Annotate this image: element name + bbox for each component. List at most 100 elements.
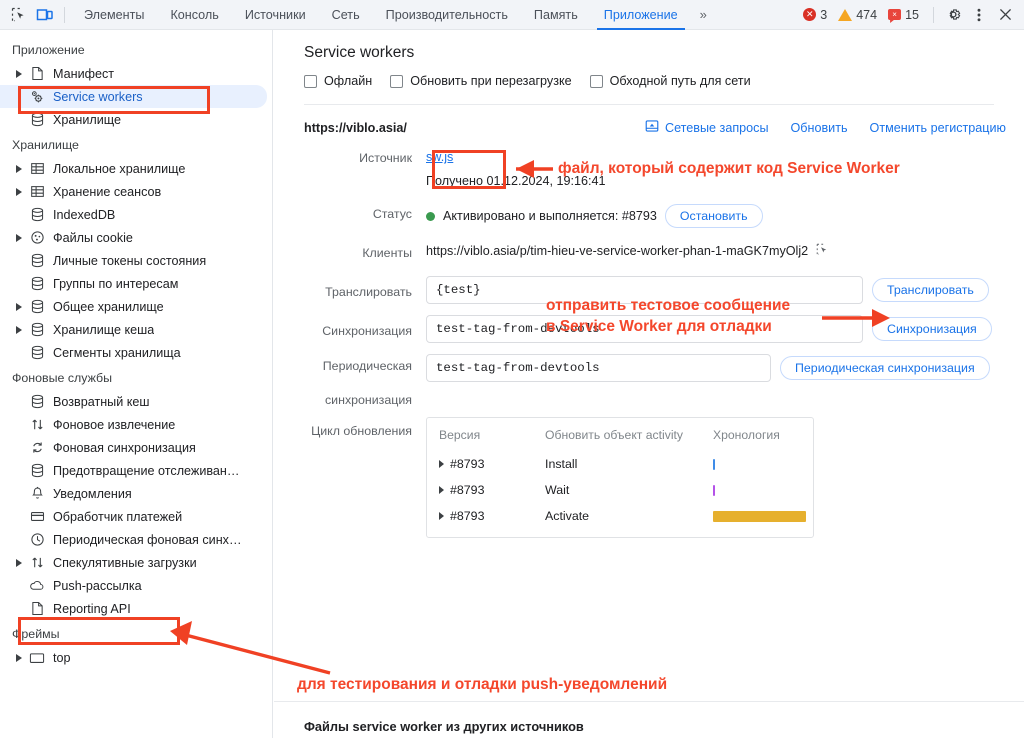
see-all-registrations-link[interactable]: Посмотреть все регистрации: [274, 734, 473, 738]
sync-row: Синхронизация test-tag-from-devtools Син…: [274, 315, 1024, 343]
sidebar-item-background-sync[interactable]: Фоновая синхронизация: [0, 436, 272, 459]
application-sidebar[interactable]: Приложение Манифест Service workers: [0, 30, 273, 738]
inspect-element-icon[interactable]: [6, 3, 32, 27]
status-indicator-dot: [426, 212, 435, 221]
error-counter[interactable]: ✕ 3: [799, 8, 831, 22]
cell-version[interactable]: #8793: [427, 451, 539, 477]
expand-triangle-icon[interactable]: [12, 185, 26, 199]
tab-application[interactable]: Приложение: [591, 0, 691, 30]
expand-triangle-icon[interactable]: [12, 162, 26, 176]
message-counter[interactable]: × 15: [884, 8, 923, 22]
sidebar-item-private-state-tokens[interactable]: Личные токены состояния: [0, 249, 272, 272]
cell-version[interactable]: #8793: [427, 477, 539, 503]
warning-counter[interactable]: 474: [834, 8, 881, 22]
sidebar-item-speculative-loads[interactable]: Спекулятивные загрузки: [0, 551, 272, 574]
gear-icon[interactable]: [940, 3, 966, 27]
update-cycle-table-wrap: Версия Обновить объект activity Хронолог…: [426, 417, 814, 538]
expand-triangle-icon[interactable]: [12, 556, 26, 570]
kebab-menu-icon[interactable]: [966, 3, 992, 27]
checkbox-box[interactable]: [304, 75, 317, 88]
sidebar-item-interest-groups[interactable]: Группы по интересам: [0, 272, 272, 295]
sidebar-item-local-storage[interactable]: Локальное хранилище: [0, 157, 272, 180]
sync-button[interactable]: Синхронизация: [872, 317, 992, 341]
sidebar-item-shared-storage[interactable]: Общее хранилище: [0, 295, 272, 318]
tab-console[interactable]: Консоль: [157, 0, 231, 30]
table-header-row: Версия Обновить объект activity Хронолог…: [427, 424, 813, 451]
sidebar-item-label: Периодическая фоновая синх…: [53, 533, 242, 547]
message-icon: ×: [888, 9, 901, 20]
sidebar-item-payment-handler[interactable]: Обработчик платежей: [0, 505, 272, 528]
sidebar-group-title-application: Приложение: [0, 36, 272, 62]
cell-activity: Activate: [539, 503, 707, 529]
cookie-icon: [28, 230, 46, 246]
sidebar-item-push-messaging[interactable]: Push-рассылка: [0, 574, 272, 597]
sidebar-item-storage-buckets[interactable]: Сегменты хранилища: [0, 341, 272, 364]
stop-button[interactable]: Остановить: [665, 204, 763, 228]
version-cell[interactable]: #8793: [433, 457, 533, 471]
version-cell[interactable]: #8793: [433, 483, 533, 497]
checkbox-box[interactable]: [590, 75, 603, 88]
sidebar-item-indexeddb[interactable]: IndexedDB: [0, 203, 272, 226]
table-row[interactable]: #8793 Activate: [427, 503, 813, 529]
more-tabs-icon[interactable]: »: [691, 7, 715, 22]
expand-placeholder: [12, 277, 26, 291]
sync-icon: [28, 440, 46, 456]
expand-triangle-icon[interactable]: [439, 486, 444, 494]
broadcast-row: Транслировать {test} Транслировать: [274, 276, 1024, 304]
table-row[interactable]: #8793 Wait: [427, 477, 813, 503]
close-icon[interactable]: [992, 3, 1018, 27]
sidebar-item-service-workers[interactable]: Service workers: [0, 85, 267, 108]
tab-elements[interactable]: Элементы: [71, 0, 157, 30]
sidebar-item-session-storage[interactable]: Хранение сеансов: [0, 180, 272, 203]
expand-triangle-icon[interactable]: [12, 67, 26, 81]
expand-triangle-icon[interactable]: [439, 460, 444, 468]
sw-options-row: Офлайн Обновить при перезагрузке Обходно…: [274, 62, 1024, 88]
device-toolbar-icon[interactable]: [32, 3, 58, 27]
tab-memory[interactable]: Память: [521, 0, 591, 30]
sidebar-item-manifest[interactable]: Манифест: [0, 62, 272, 85]
tab-sources[interactable]: Источники: [232, 0, 319, 30]
expand-placeholder: [12, 533, 26, 547]
status-value: Активировано и выполняется: #8793 Остано…: [426, 204, 1006, 228]
sidebar-item-background-fetch[interactable]: Фоновое извлечение: [0, 413, 272, 436]
sidebar-item-top-frame[interactable]: top: [0, 646, 272, 669]
expand-triangle-icon[interactable]: [12, 323, 26, 337]
update-button[interactable]: Обновить: [791, 121, 848, 135]
sidebar-item-storage[interactable]: Хранилище: [0, 108, 272, 131]
tab-performance[interactable]: Производительность: [373, 0, 521, 30]
table-icon: [28, 184, 46, 200]
checkbox-offline[interactable]: Офлайн: [304, 74, 372, 88]
sidebar-item-reporting-api[interactable]: Reporting API: [0, 597, 272, 620]
broadcast-input[interactable]: {test}: [426, 276, 863, 304]
table-row[interactable]: #8793 Install: [427, 451, 813, 477]
expand-triangle-icon[interactable]: [12, 651, 26, 665]
checkbox-bypass-for-network[interactable]: Обходной путь для сети: [590, 74, 751, 88]
periodic-sync-button[interactable]: Периодическая синхронизация: [780, 356, 990, 380]
source-file-link[interactable]: sw.js: [426, 150, 453, 164]
clients-row: Клиенты https://viblo.asia/p/tim-hieu-ve…: [274, 243, 1024, 260]
network-requests-button[interactable]: Сетевые запросы: [645, 119, 769, 136]
sync-input[interactable]: test-tag-from-devtools: [426, 315, 863, 343]
sidebar-item-label: Service workers: [53, 90, 143, 104]
checkbox-update-on-reload[interactable]: Обновить при перезагрузке: [390, 74, 571, 88]
sidebar-item-bounce-tracking-mitigations[interactable]: Предотвращение отслеживан…: [0, 459, 272, 482]
tab-network[interactable]: Сеть: [319, 0, 373, 30]
network-panel-icon: [645, 119, 659, 136]
version-cell[interactable]: #8793: [433, 509, 533, 523]
periodic-sync-label-line1: Периодическая: [304, 359, 412, 373]
broadcast-button[interactable]: Транслировать: [872, 278, 989, 302]
inspect-element-icon[interactable]: [816, 243, 829, 259]
sidebar-item-cookies[interactable]: Файлы cookie: [0, 226, 272, 249]
sidebar-item-notifications[interactable]: Уведомления: [0, 482, 272, 505]
sidebar-item-cache-storage[interactable]: Хранилище кеша: [0, 318, 272, 341]
sidebar-item-label: Возвратный кеш: [53, 395, 150, 409]
checkbox-box[interactable]: [390, 75, 403, 88]
sidebar-item-back-forward-cache[interactable]: Возвратный кеш: [0, 390, 272, 413]
expand-triangle-icon[interactable]: [439, 512, 444, 520]
unregister-button[interactable]: Отменить регистрацию: [870, 121, 1006, 135]
expand-triangle-icon[interactable]: [12, 231, 26, 245]
expand-triangle-icon[interactable]: [12, 300, 26, 314]
periodic-sync-input[interactable]: test-tag-from-devtools: [426, 354, 771, 382]
cell-version[interactable]: #8793: [427, 503, 539, 529]
sidebar-item-periodic-background-sync[interactable]: Периодическая фоновая синх…: [0, 528, 272, 551]
